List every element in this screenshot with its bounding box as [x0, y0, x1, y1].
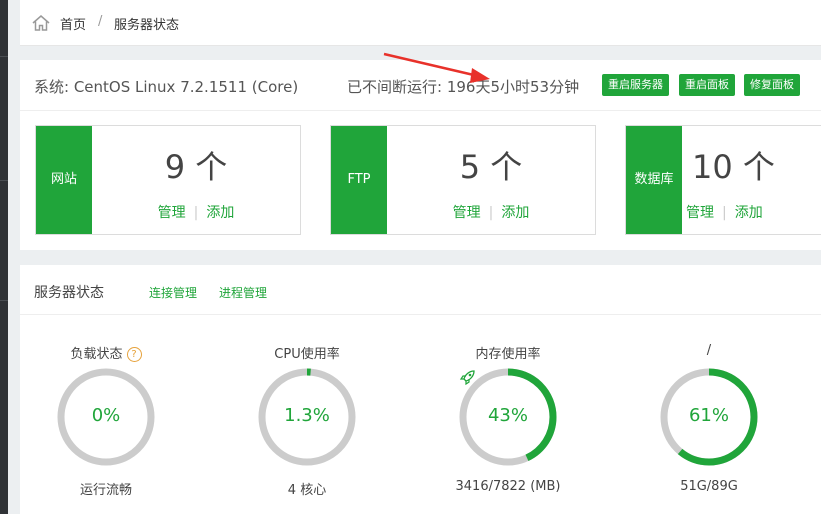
gauge-value: 61% [688, 405, 729, 426]
card-count: 5 个 [459, 148, 523, 186]
restart-panel-button[interactable]: 重启面板 [679, 74, 735, 96]
home-icon[interactable] [31, 13, 51, 33]
add-link[interactable]: 添加 [206, 205, 234, 221]
gauge-ring[interactable]: 43% [458, 367, 558, 467]
process-manage-link[interactable]: 进程管理 [219, 284, 267, 301]
rocket-icon[interactable] [458, 367, 478, 387]
server-status-panel: 服务器状态 连接管理 进程管理 负载状态? 0% 运行流畅 CPU使用率 1.3… [20, 265, 821, 514]
status-header: 服务器状态 连接管理 进程管理 [20, 265, 821, 315]
sidebar-divider [0, 180, 8, 181]
gauge-memory: 内存使用率 43% 3416/7822 (MB) [448, 343, 568, 494]
panel-divider [20, 110, 821, 111]
gauge-label: / [706, 343, 712, 358]
gauge-value: 0% [91, 405, 121, 426]
breadcrumb-separator: / [98, 14, 103, 29]
breadcrumb-home-link[interactable]: 首页 [60, 14, 86, 33]
gauge-disk-root: / 61% 51G/89G [649, 343, 769, 494]
uptime-label: 已不间断运行: 196天5小时53分钟 [347, 78, 580, 96]
card-count: 10 个 [692, 148, 775, 186]
gauge-subtext: 51G/89G [680, 479, 738, 494]
gauge-ring[interactable]: 61% [659, 367, 759, 467]
gauge-subtext: 运行流畅 [79, 483, 132, 498]
connection-manage-link[interactable]: 连接管理 [149, 284, 197, 301]
manage-link[interactable]: 管理 [686, 205, 714, 221]
gauge-subtext: 4 核心 [287, 483, 327, 498]
sidebar-divider [0, 56, 8, 57]
sidebar-divider [0, 300, 8, 301]
breadcrumb: 首页 / 服务器状态 [20, 0, 821, 46]
link-separator: | [488, 205, 494, 221]
link-separator: | [722, 205, 727, 221]
manage-link[interactable]: 管理 [158, 205, 186, 221]
add-link[interactable]: 添加 [501, 205, 529, 221]
gauge-cpu: CPU使用率 1.3% 4 核心 [247, 343, 367, 498]
gauge-ring[interactable]: 1.3% [257, 367, 357, 467]
gauge-value: 1.3% [284, 405, 330, 426]
gauge-label: 负载状态? [46, 343, 166, 362]
gauge-load: 负载状态? 0% 运行流畅 [46, 343, 166, 498]
card-tag: 网站 [36, 126, 92, 234]
restart-server-button[interactable]: 重启服务器 [602, 74, 669, 96]
card-links: 管理 | 添加 [686, 202, 821, 222]
status-title: 服务器状态 [34, 285, 104, 301]
gauge-subtext: 3416/7822 (MB) [455, 479, 561, 494]
card-links: 管理 | 添加 [387, 202, 595, 222]
card-databases: 数据库 10 个 管理 | 添加 [625, 125, 821, 235]
gauge-label: CPU使用率 [274, 347, 340, 362]
card-tag: FTP [331, 126, 387, 234]
card-links: 管理 | 添加 [92, 202, 300, 222]
system-os-label: 系统: CentOS Linux 7.2.1511 (Core) [34, 78, 299, 96]
add-link[interactable]: 添加 [735, 205, 763, 221]
gauge-ring[interactable]: 0% [56, 367, 156, 467]
system-panel: 系统: CentOS Linux 7.2.1511 (Core) 已不间断运行:… [20, 60, 821, 250]
manage-link[interactable]: 管理 [453, 205, 481, 221]
question-icon[interactable]: ? [126, 347, 142, 362]
gauge-label: 内存使用率 [475, 347, 541, 362]
gauge-value: 43% [487, 405, 528, 426]
breadcrumb-current: 服务器状态 [114, 18, 180, 33]
card-count: 9 个 [164, 148, 228, 186]
card-websites: 网站 9 个 管理 | 添加 [35, 125, 301, 235]
left-sidebar-strip [0, 0, 8, 514]
card-tag: 数据库 [626, 126, 682, 234]
repair-panel-button[interactable]: 修复面板 [744, 74, 800, 96]
card-ftp: FTP 5 个 管理 | 添加 [330, 125, 596, 235]
link-separator: | [193, 205, 199, 221]
